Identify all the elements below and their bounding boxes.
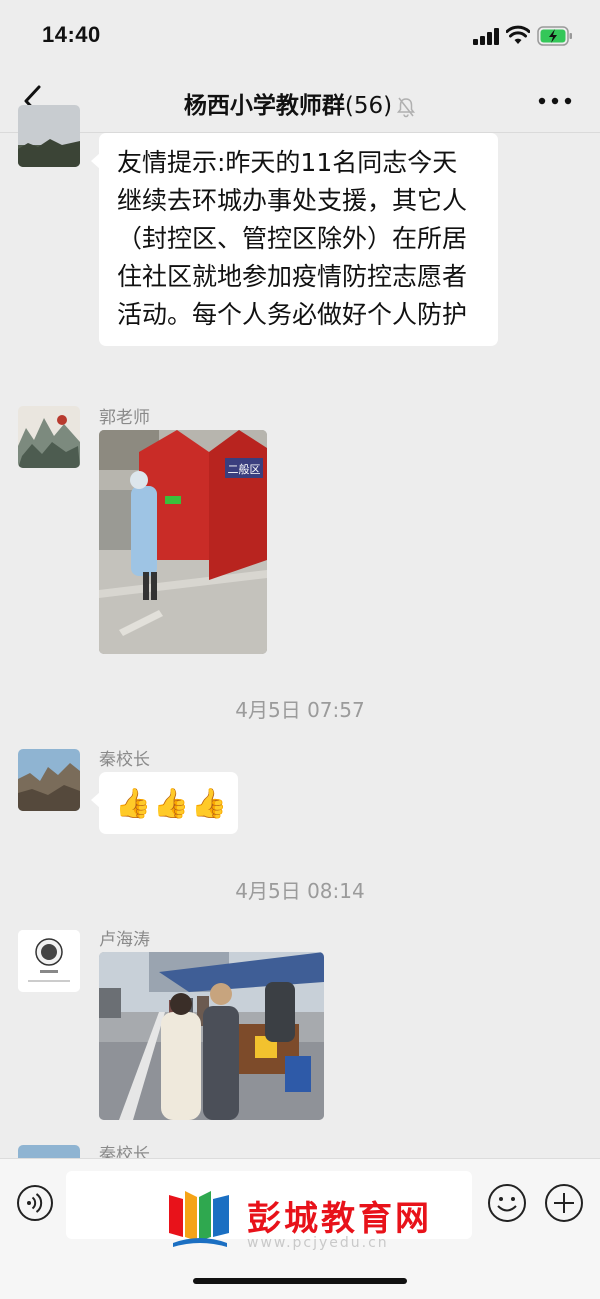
plus-icon[interactable] (544, 1183, 584, 1223)
emoji-icon[interactable] (487, 1183, 527, 1223)
tent-sign: 二般区 (228, 463, 261, 476)
image-message[interactable] (99, 952, 324, 1120)
chat-header: 杨西小学教师群(56) (0, 70, 600, 133)
member-count: (56) (344, 93, 393, 119)
mute-bell-icon (397, 97, 416, 117)
sender-avatar[interactable] (18, 406, 80, 468)
more-options-icon[interactable] (538, 94, 572, 108)
voice-input-icon[interactable] (16, 1184, 54, 1222)
group-name: 杨西小学教师群 (183, 93, 345, 119)
sender-name: 郭老师 (99, 408, 150, 428)
watermark-brand: 彭城教育网 (247, 1200, 432, 1238)
text-message-bubble[interactable]: 友情提示:昨天的11名同志今天继续去环城办事处支援，其它人（封控区、管控区除外）… (91, 133, 498, 346)
book-logo-icon (169, 1191, 229, 1247)
sender-avatar[interactable] (18, 930, 80, 992)
status-time: 14:40 (42, 22, 101, 47)
sender-name: 秦校长 (99, 750, 150, 770)
timestamp: 4月5日 08:14 (235, 879, 365, 903)
timestamp: 4月5日 07:57 (235, 698, 365, 722)
watermark-url: www.pcjyedu.cn (247, 1235, 389, 1251)
chat-title[interactable]: 杨西小学教师群(56) (0, 86, 600, 120)
thumbs-up-emoji: 👍👍👍 (115, 786, 230, 820)
image-message[interactable]: 二般区 (99, 430, 267, 654)
message-text: 友情提示:昨天的11名同志今天继续去环城办事处支援，其它人（封控区、管控区除外）… (117, 148, 468, 329)
wifi-icon (506, 25, 530, 44)
cellular-signal-icon (473, 28, 499, 45)
status-bar: 14:40 (0, 0, 600, 70)
sender-avatar[interactable] (18, 749, 80, 811)
battery-charging-icon (537, 26, 572, 46)
emoji-message-bubble[interactable]: 👍👍👍 (91, 772, 238, 834)
home-indicator (193, 1278, 407, 1284)
watermark-logo: 彭城教育网 www.pcjyedu.cn (163, 1185, 439, 1251)
sender-name: 卢海涛 (99, 930, 150, 950)
sender-avatar[interactable] (18, 105, 80, 167)
